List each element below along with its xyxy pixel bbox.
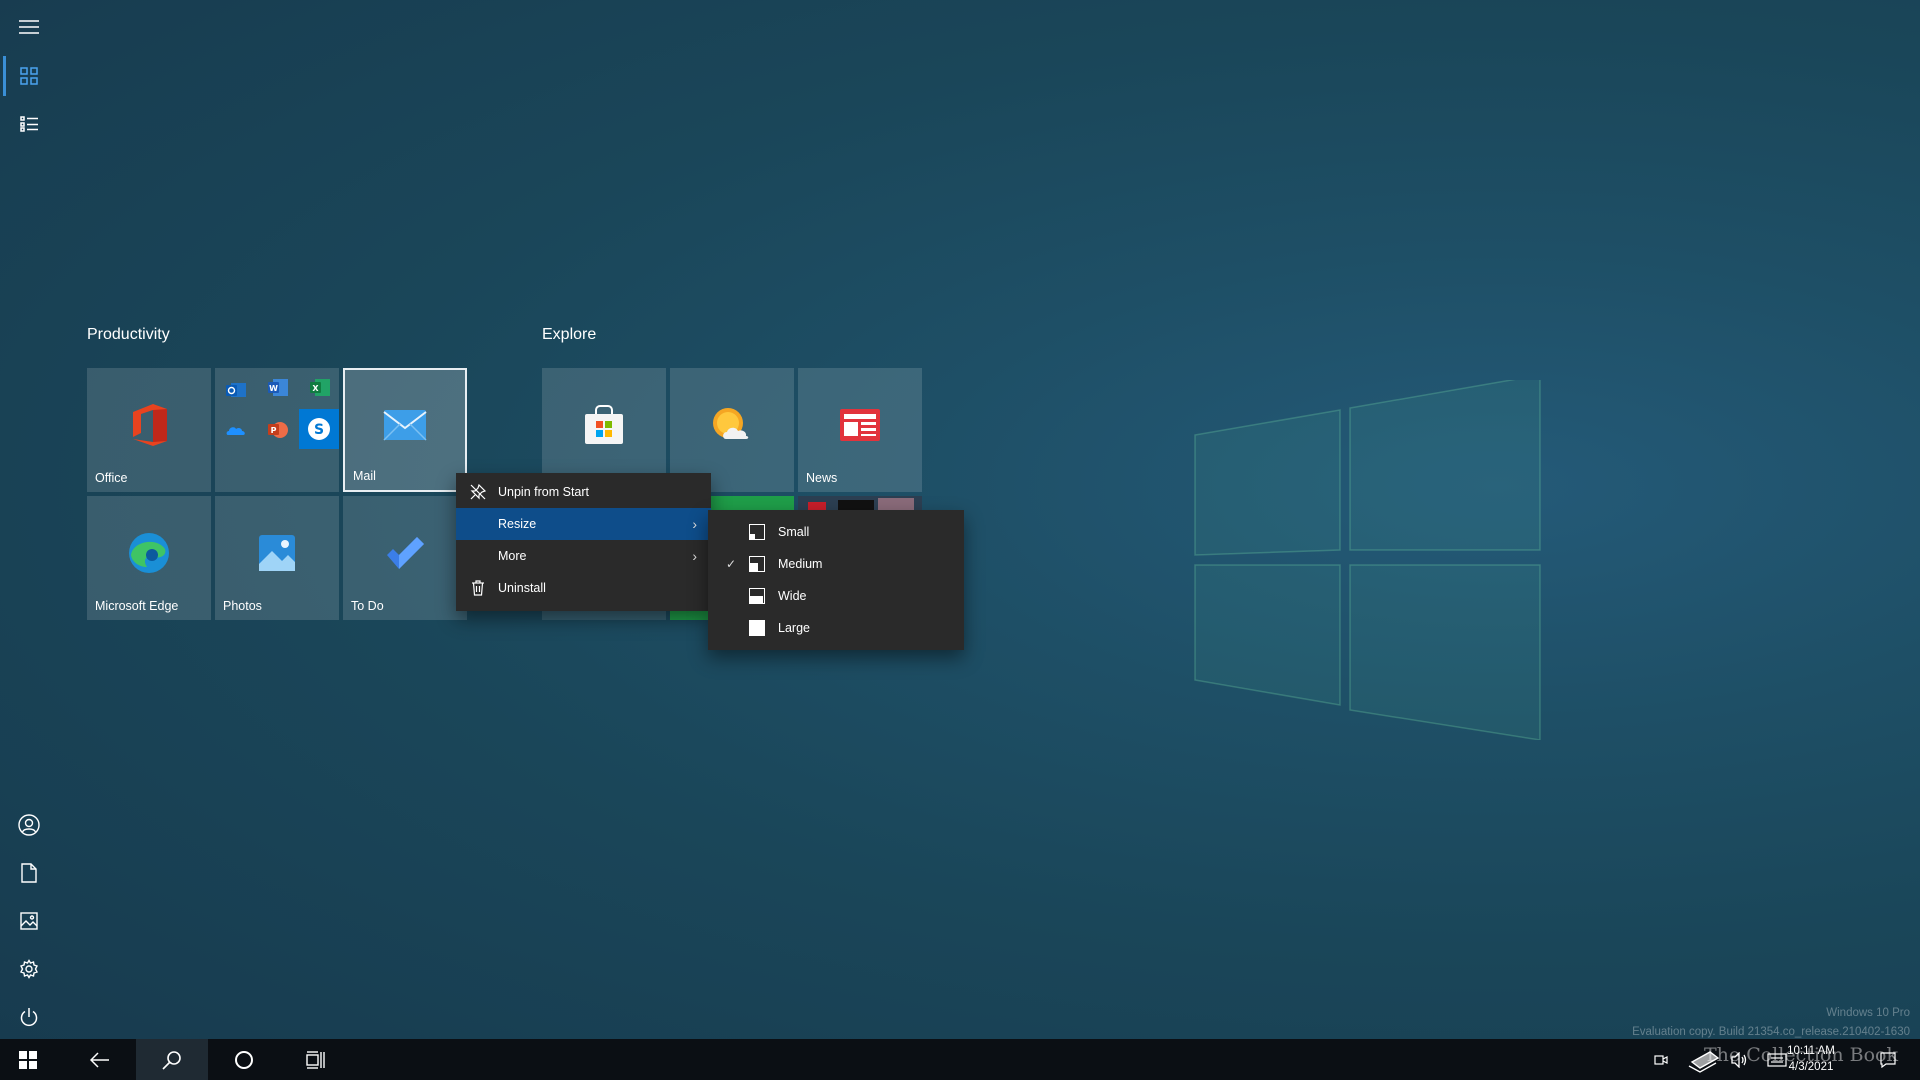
store-icon (585, 405, 623, 445)
unpin-icon (470, 484, 486, 500)
svg-text:P: P (271, 426, 277, 435)
camera-icon (1654, 1054, 1668, 1065)
chevron-right-icon: › (692, 516, 697, 532)
tile-todo[interactable]: To Do (343, 496, 467, 620)
user-icon (18, 814, 40, 836)
chevron-right-icon: › (692, 548, 697, 564)
tray-meet-now[interactable] (1650, 1039, 1672, 1080)
list-icon (20, 116, 38, 132)
menu-item-label: Uninstall (498, 581, 546, 595)
trash-icon (470, 580, 486, 596)
tile-office[interactable]: Office (87, 368, 211, 492)
brand-overlay-text: The Collection Book (1704, 1044, 1898, 1066)
tile-microsoft-edge[interactable]: Microsoft Edge (87, 496, 211, 620)
tile-label: Microsoft Edge (95, 599, 179, 613)
power-button[interactable] (0, 993, 58, 1041)
submenu-item-label: Wide (778, 589, 807, 603)
size-medium-icon (749, 556, 765, 572)
svg-text:X: X (312, 384, 319, 393)
resize-submenu: Small ✓ Medium Wide Large (708, 510, 964, 650)
menu-item-label: More (498, 549, 527, 563)
menu-item-label: Unpin from Start (498, 485, 590, 499)
tile-label: To Do (351, 599, 384, 613)
skype-icon: S (299, 409, 339, 449)
cortana-circle-icon (235, 1050, 253, 1069)
tile-mail[interactable]: Mail (343, 368, 467, 492)
tile-context-menu: Unpin from Start Resize › More › Uninsta… (456, 473, 711, 611)
tile-label: Mail (353, 469, 376, 483)
edge-icon (129, 533, 169, 574)
submenu-item-label: Large (778, 621, 810, 635)
tile-news[interactable]: News (798, 368, 922, 492)
start-button[interactable] (0, 1039, 56, 1080)
mail-icon (383, 410, 427, 441)
pinned-tiles-button[interactable] (0, 52, 58, 100)
submenu-item-wide[interactable]: Wide (708, 580, 964, 612)
weather-icon (713, 408, 749, 440)
group-title-explore[interactable]: Explore (542, 326, 596, 344)
excel-icon: X (309, 377, 331, 399)
tile-label: Photos (223, 599, 262, 613)
submenu-item-label: Medium (778, 557, 823, 571)
checkmark-icon: ✓ (726, 557, 737, 571)
tile-label: Office (95, 471, 128, 485)
menu-item-unpin[interactable]: Unpin from Start (456, 476, 711, 508)
pictures-button[interactable] (0, 897, 58, 945)
size-large-icon (749, 620, 765, 636)
svg-text:W: W (269, 384, 278, 393)
tile-office-apps-folder[interactable]: W X P S (215, 368, 339, 492)
back-arrow-icon (90, 1051, 109, 1068)
windows-logo-wallpaper (1194, 380, 1541, 740)
settings-button[interactable] (0, 945, 58, 993)
documents-button[interactable] (0, 849, 58, 897)
taskbar: 10:11 AM 4/3/2021 (0, 1039, 1920, 1080)
onedrive-icon (225, 419, 247, 441)
powerpoint-icon: P (267, 419, 289, 441)
submenu-item-medium[interactable]: ✓ Medium (708, 548, 964, 580)
submenu-item-large[interactable]: Large (708, 612, 964, 644)
word-icon: W (267, 377, 289, 399)
windows-start-icon (19, 1050, 37, 1069)
group-title-productivity[interactable]: Productivity (87, 326, 170, 344)
menu-item-label: Resize (498, 517, 537, 531)
menu-item-uninstall[interactable]: Uninstall (456, 572, 711, 604)
size-small-icon (749, 524, 765, 540)
search-button[interactable] (136, 1039, 208, 1080)
task-view-icon (306, 1050, 325, 1069)
submenu-item-small[interactable]: Small (708, 516, 964, 548)
search-icon (162, 1050, 181, 1070)
evaluation-watermark-edition: Windows 10 Pro (1826, 1007, 1910, 1019)
office-icon (133, 404, 167, 447)
news-icon (840, 409, 880, 442)
todo-icon (387, 537, 424, 570)
tile-photos[interactable]: Photos (215, 496, 339, 620)
account-button[interactable] (0, 801, 58, 849)
picture-icon (20, 912, 38, 930)
hamburger-icon (19, 20, 39, 34)
all-apps-button[interactable] (0, 100, 58, 148)
back-button[interactable] (64, 1039, 136, 1080)
document-icon (21, 863, 37, 883)
svg-text:S: S (314, 422, 324, 438)
submenu-item-label: Small (778, 525, 810, 539)
cortana-button[interactable] (208, 1039, 280, 1080)
power-icon (20, 1008, 38, 1027)
gear-icon (20, 959, 38, 979)
size-wide-icon (749, 588, 765, 604)
outlook-icon (225, 379, 247, 401)
menu-item-resize[interactable]: Resize › (456, 508, 711, 540)
task-view-button[interactable] (280, 1039, 352, 1080)
expand-menu-button[interactable] (0, 3, 58, 51)
tile-label: News (806, 471, 838, 485)
photos-icon (259, 535, 295, 572)
tiles-icon (20, 67, 38, 85)
start-left-rail (0, 0, 58, 1039)
menu-item-more[interactable]: More › (456, 540, 711, 572)
